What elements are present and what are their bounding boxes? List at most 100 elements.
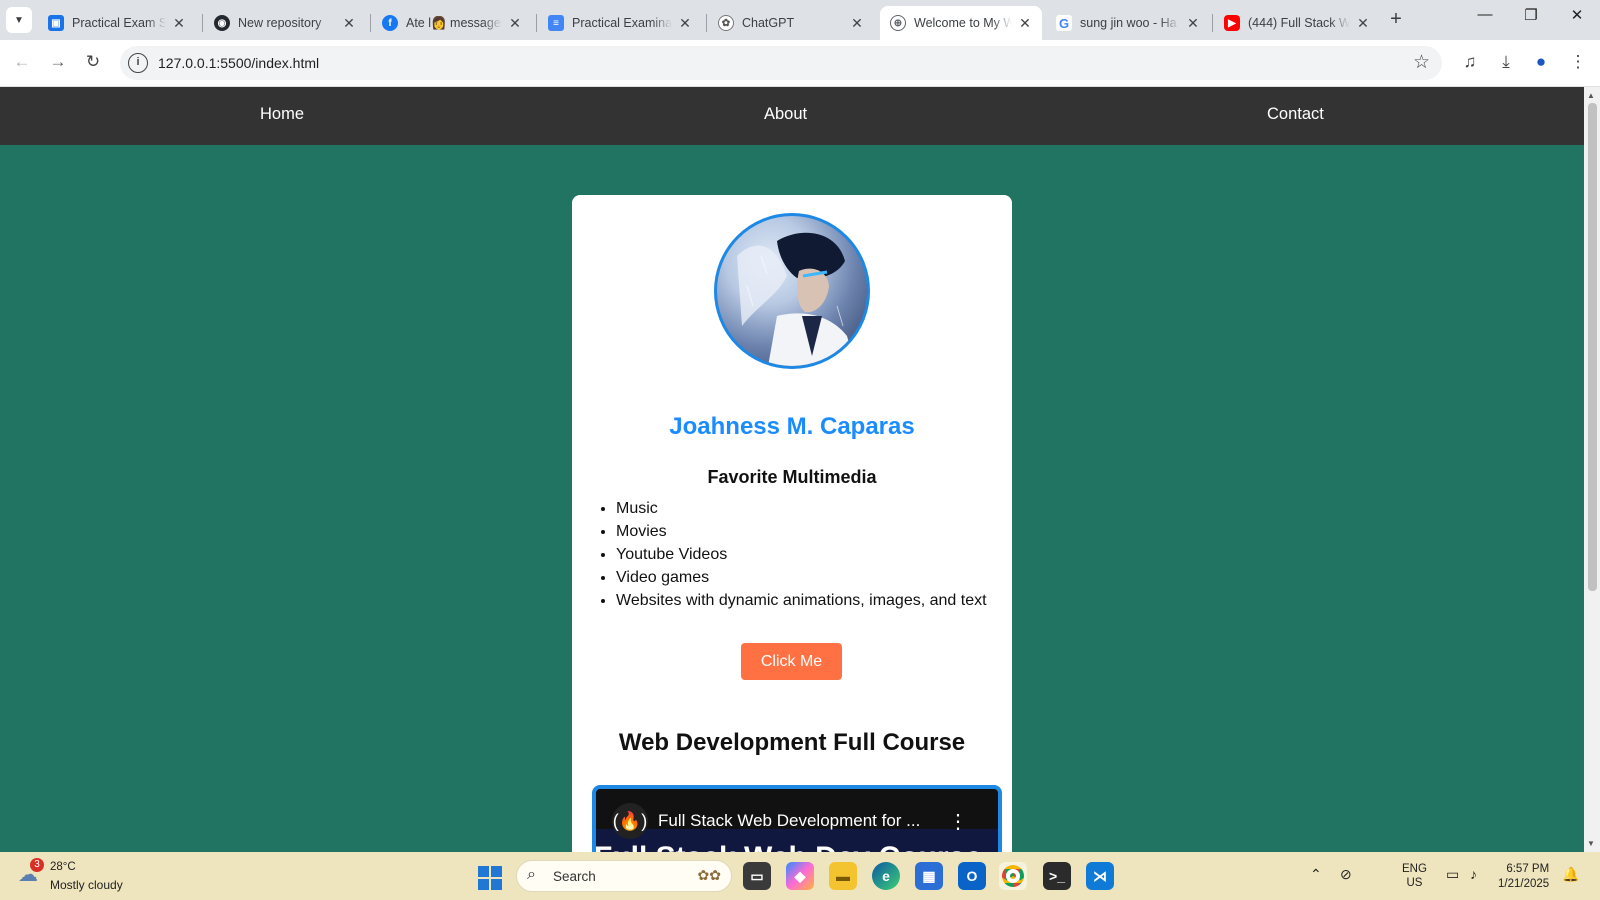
minimize-button[interactable]: — — [1462, 6, 1508, 23]
close-icon[interactable]: ✕ — [676, 15, 694, 32]
weather-badge: 3 — [30, 858, 44, 872]
chrome-taskbar-icon[interactable] — [999, 862, 1027, 890]
network-icon[interactable]: ⊘ — [1340, 866, 1352, 883]
nav-about-link[interactable]: About — [764, 105, 807, 124]
site-navbar: Home About Contact — [0, 87, 1584, 145]
start-button[interactable] — [478, 866, 502, 890]
kebab-menu-icon: ⋮ — [1569, 52, 1587, 71]
reload-icon: ↻ — [85, 52, 101, 71]
profile-name-heading: Joahness M. Caparas — [669, 413, 915, 440]
notification-bell-icon[interactable]: 🔔 — [1562, 866, 1579, 883]
weather-temperature[interactable]: 28°C — [50, 861, 76, 873]
windows-logo-icon — [478, 866, 489, 877]
tab-practical-examination[interactable]: ≡ Practical Examinat ✕ — [538, 6, 702, 40]
tab-title: ChatGPT — [742, 16, 795, 30]
tab-new-repository[interactable]: ◉ New repository ✕ — [204, 6, 366, 40]
tab-title: (444) Full Stack W — [1248, 16, 1350, 30]
tab-chatgpt[interactable]: ✿ ChatGPT ✕ — [708, 6, 874, 40]
chevron-up-icon[interactable]: ⌃ — [1310, 866, 1322, 883]
display-icon[interactable]: ▭ — [1446, 866, 1459, 883]
classroom-icon: ▣ — [48, 15, 64, 31]
file-explorer-icon[interactable]: ▬ — [829, 862, 857, 890]
taskbar-search[interactable]: ⌕ Search ✿✿ — [516, 860, 732, 892]
task-view-icon[interactable]: ▭ — [743, 862, 771, 890]
scroll-down-icon[interactable]: ▼ — [1587, 839, 1595, 848]
close-icon[interactable]: ✕ — [340, 15, 358, 32]
tab-title: New repository — [238, 16, 322, 30]
address-bar[interactable]: i 127.0.0.1:5500/index.html ☆ — [120, 46, 1442, 80]
tab-welcome-active[interactable]: ⊕ Welcome to My W ✕ — [880, 6, 1042, 40]
click-me-button[interactable]: Click Me — [741, 643, 842, 680]
profile-avatar-icon: ● — [1535, 52, 1547, 71]
language-indicator[interactable]: ENG US — [1402, 862, 1427, 890]
nav-home-link[interactable]: Home — [260, 105, 304, 124]
list-item: Video games — [616, 566, 987, 589]
close-icon[interactable]: ✕ — [848, 15, 866, 32]
chrome-icon — [1002, 865, 1024, 887]
browser-toolbar: ← → ↻ i 127.0.0.1:5500/index.html ☆ ♫ ⤓ … — [0, 40, 1600, 87]
reload-button[interactable]: ↻ — [81, 50, 105, 74]
list-item: Websites with dynamic animations, images… — [616, 589, 987, 612]
bookmark-star-icon[interactable]: ☆ — [1413, 51, 1430, 74]
site-info-icon[interactable]: i — [128, 53, 148, 73]
profile-button[interactable]: ● — [1529, 50, 1553, 74]
terminal-icon[interactable]: >_ — [1043, 862, 1071, 890]
outlook-icon[interactable]: O — [958, 862, 986, 890]
chevron-down-icon: ▼ — [14, 14, 24, 26]
page-scrollbar[interactable]: ▲ ▼ — [1584, 87, 1600, 852]
weather-description[interactable]: Mostly cloudy — [50, 878, 123, 892]
copilot-icon[interactable]: ◆ — [786, 862, 814, 890]
nav-contact-link[interactable]: Contact — [1267, 105, 1324, 124]
tab-facebook-messages[interactable]: f Ate l👩 messaged ✕ — [372, 6, 532, 40]
back-arrow-icon: ← — [13, 52, 31, 71]
close-icon[interactable]: ✕ — [1184, 15, 1202, 32]
chatgpt-icon: ✿ — [718, 15, 734, 31]
close-icon: ✕ — [1570, 7, 1584, 24]
downloads-button[interactable]: ⤓ — [1494, 50, 1518, 74]
close-icon[interactable]: ✕ — [1016, 15, 1034, 32]
vscode-icon[interactable]: ⋊ — [1086, 862, 1114, 890]
video-title[interactable]: Full Stack Web Development for ... — [658, 811, 920, 831]
close-icon[interactable]: ✕ — [1354, 15, 1372, 32]
volume-icon[interactable]: ♪ — [1470, 866, 1477, 882]
favorites-list: Music Movies Youtube Videos Video games … — [616, 497, 987, 612]
close-icon[interactable]: ✕ — [506, 15, 524, 32]
list-item: Movies — [616, 520, 987, 543]
system-clock[interactable]: 6:57 PM 1/21/2025 — [1498, 862, 1549, 892]
tab-divider — [202, 14, 203, 32]
tab-title: Welcome to My W — [914, 16, 1012, 30]
tab-divider — [706, 14, 707, 32]
scroll-up-icon[interactable]: ▲ — [1587, 91, 1595, 100]
new-tab-button[interactable]: + — [1384, 8, 1408, 31]
youtube-icon: ▶ — [1224, 15, 1240, 31]
tab-title: Practical Examinat — [572, 16, 672, 30]
microsoft-store-icon[interactable]: ▦ — [915, 862, 943, 890]
search-highlight-icon: ✿✿ — [697, 867, 721, 883]
youtube-embed[interactable]: (🔥) Full Stack Web Development for ... ⋮… — [592, 785, 1002, 852]
tab-strip: ▼ ▣ Practical Exam Sub ✕ ◉ New repositor… — [0, 0, 1600, 40]
video-menu-icon[interactable]: ⋮ — [948, 809, 968, 834]
globe-icon: ⊕ — [890, 15, 906, 31]
window-close-button[interactable]: ✕ — [1554, 6, 1600, 24]
back-button[interactable]: ← — [10, 50, 34, 74]
tab-sung-jin-woo[interactable]: G sung jin woo - Ha ✕ — [1046, 6, 1210, 40]
windows-taskbar: ☁ 3 28°C Mostly cloudy ⌕ Search ✿✿ ▭ ◆ ▬… — [0, 852, 1600, 900]
chrome-menu-button[interactable]: ⋮ — [1566, 50, 1590, 74]
region-code: US — [1406, 877, 1423, 889]
edge-icon[interactable]: e — [872, 862, 900, 890]
list-item: Youtube Videos — [616, 543, 987, 566]
course-heading: Web Development Full Course — [618, 729, 966, 756]
tab-youtube[interactable]: ▶ (444) Full Stack W ✕ — [1214, 6, 1380, 40]
tab-practical-exam-sub[interactable]: ▣ Practical Exam Sub ✕ — [38, 6, 196, 40]
restore-button[interactable]: ❐ — [1508, 6, 1554, 24]
minimize-icon: — — [1477, 6, 1493, 23]
tab-divider — [370, 14, 371, 32]
scrollbar-thumb[interactable] — [1588, 103, 1597, 591]
github-icon: ◉ — [214, 15, 230, 31]
close-icon[interactable]: ✕ — [170, 15, 188, 32]
forward-button[interactable]: → — [46, 50, 70, 74]
avatar-illustration — [737, 232, 856, 366]
media-controls-button[interactable]: ♫ — [1458, 50, 1482, 74]
tab-search-button[interactable]: ▼ — [6, 7, 32, 33]
page-viewport: Home About Contact Joahness M. Caparas F… — [0, 87, 1584, 852]
